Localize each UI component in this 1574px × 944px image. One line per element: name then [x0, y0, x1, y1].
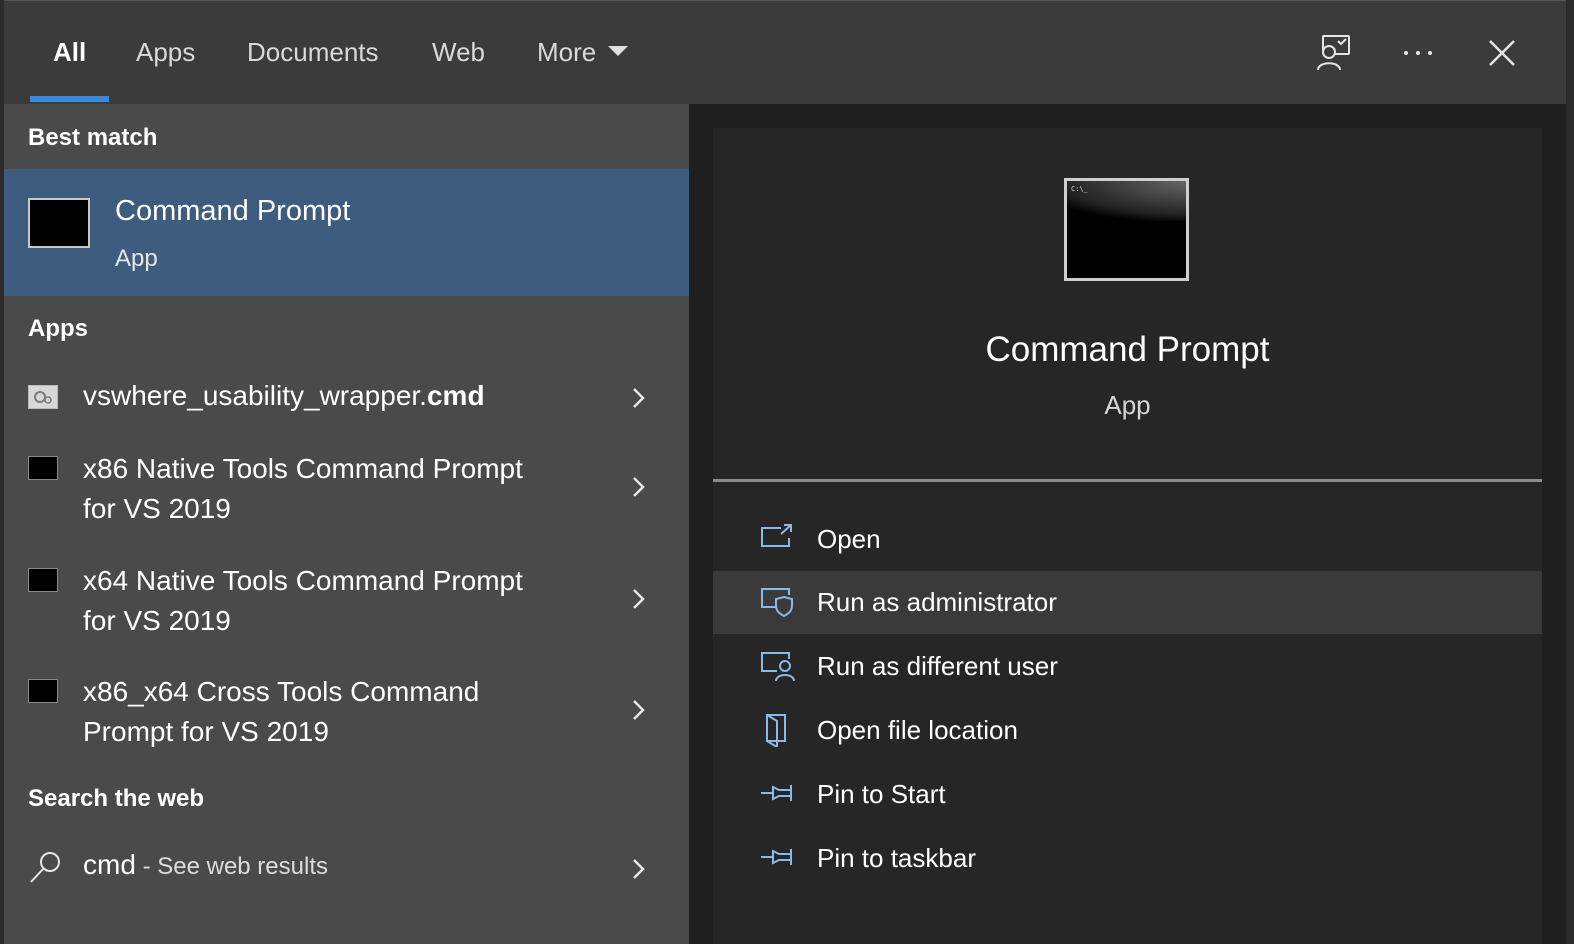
- run-admin-icon: [761, 588, 793, 618]
- list-item-label: x64 Native Tools Command Prompt for VS 20…: [83, 565, 523, 636]
- apps-header: Apps: [28, 315, 88, 342]
- tab-more[interactable]: More: [537, 37, 629, 68]
- more-options-icon[interactable]: [1394, 29, 1442, 77]
- action-label: Pin to Start: [817, 779, 946, 809]
- action-label: Run as different user: [817, 651, 1058, 681]
- caret-down-icon: [608, 46, 629, 57]
- tab-more-label: More: [537, 37, 597, 67]
- best-match-item[interactable]: Command Prompt App: [4, 169, 689, 296]
- action-open[interactable]: Open: [713, 508, 1542, 571]
- search-web-header: Search the web: [28, 785, 205, 812]
- pin-icon: [761, 785, 792, 801]
- command-prompt-icon: [28, 679, 58, 703]
- file-location-icon: [766, 714, 786, 747]
- action-pin-to-taskbar[interactable]: Pin to taskbar: [713, 827, 1542, 890]
- list-item[interactable]: x86 Native Tools Command Prompt for VS 20…: [4, 447, 689, 543]
- list-item[interactable]: x86_x64 Cross Tools Command Prompt for VS…: [4, 670, 689, 766]
- action-run-as-different-user[interactable]: Run as different user: [713, 635, 1542, 698]
- app-details: C:\_ Command Prompt App Open Run as admi…: [713, 128, 1542, 944]
- tab-all[interactable]: All: [53, 37, 86, 68]
- action-label: Run as administrator: [817, 587, 1057, 617]
- action-label: Open file location: [817, 715, 1018, 745]
- detail-title: Command Prompt: [985, 330, 1270, 369]
- web-search-label: cmd - See web results: [83, 849, 328, 880]
- run-user-icon: [761, 652, 795, 682]
- batch-file-icon: [28, 385, 58, 409]
- action-run-as-administrator[interactable]: Run as administrator: [713, 571, 1542, 634]
- action-pin-to-start[interactable]: Pin to Start: [713, 763, 1542, 826]
- command-prompt-large-icon: C:\_: [1064, 178, 1189, 281]
- results-pane: Best match Command Prompt App Apps vswhe…: [4, 104, 689, 944]
- list-item-label: x86 Native Tools Command Prompt for VS 20…: [83, 453, 523, 524]
- list-item[interactable]: vswhere_usability_wrapper.cmd: [4, 370, 689, 426]
- close-icon[interactable]: [1478, 29, 1526, 77]
- search-tab-bar: All Apps Documents Web More: [4, 0, 1566, 104]
- action-label: Pin to taskbar: [817, 843, 976, 873]
- tab-web[interactable]: Web: [432, 37, 485, 68]
- best-match-header: Best match: [28, 124, 158, 151]
- list-item[interactable]: x64 Native Tools Command Prompt for VS 20…: [4, 559, 689, 655]
- best-match-title: Command Prompt: [115, 195, 351, 227]
- detail-subtitle: App: [1104, 390, 1151, 420]
- divider: [713, 479, 1542, 482]
- pin-icon: [761, 849, 792, 865]
- web-search-item[interactable]: cmd - See web results: [4, 841, 689, 897]
- tab-documents[interactable]: Documents: [247, 37, 379, 68]
- command-prompt-icon: [28, 456, 58, 480]
- feedback-icon[interactable]: [1310, 29, 1358, 77]
- command-prompt-icon: [28, 568, 58, 592]
- action-label: Open: [817, 524, 881, 554]
- chevron-right-icon[interactable]: [626, 386, 650, 410]
- open-icon: [761, 524, 792, 547]
- search-icon: [30, 852, 60, 883]
- action-open-file-location[interactable]: Open file location: [713, 699, 1542, 762]
- command-prompt-icon: [28, 198, 90, 248]
- chevron-right-icon[interactable]: [626, 475, 650, 499]
- chevron-right-icon[interactable]: [626, 587, 650, 611]
- list-item-label: x86_x64 Cross Tools Command Prompt for VS…: [83, 676, 480, 747]
- list-item-label: vswhere_usability_wrapper.cmd: [83, 380, 485, 411]
- best-match-subtitle: App: [115, 245, 158, 272]
- active-tab-indicator: [30, 96, 109, 102]
- tab-apps[interactable]: Apps: [136, 37, 195, 68]
- chevron-right-icon[interactable]: [626, 698, 650, 722]
- chevron-right-icon[interactable]: [626, 857, 650, 881]
